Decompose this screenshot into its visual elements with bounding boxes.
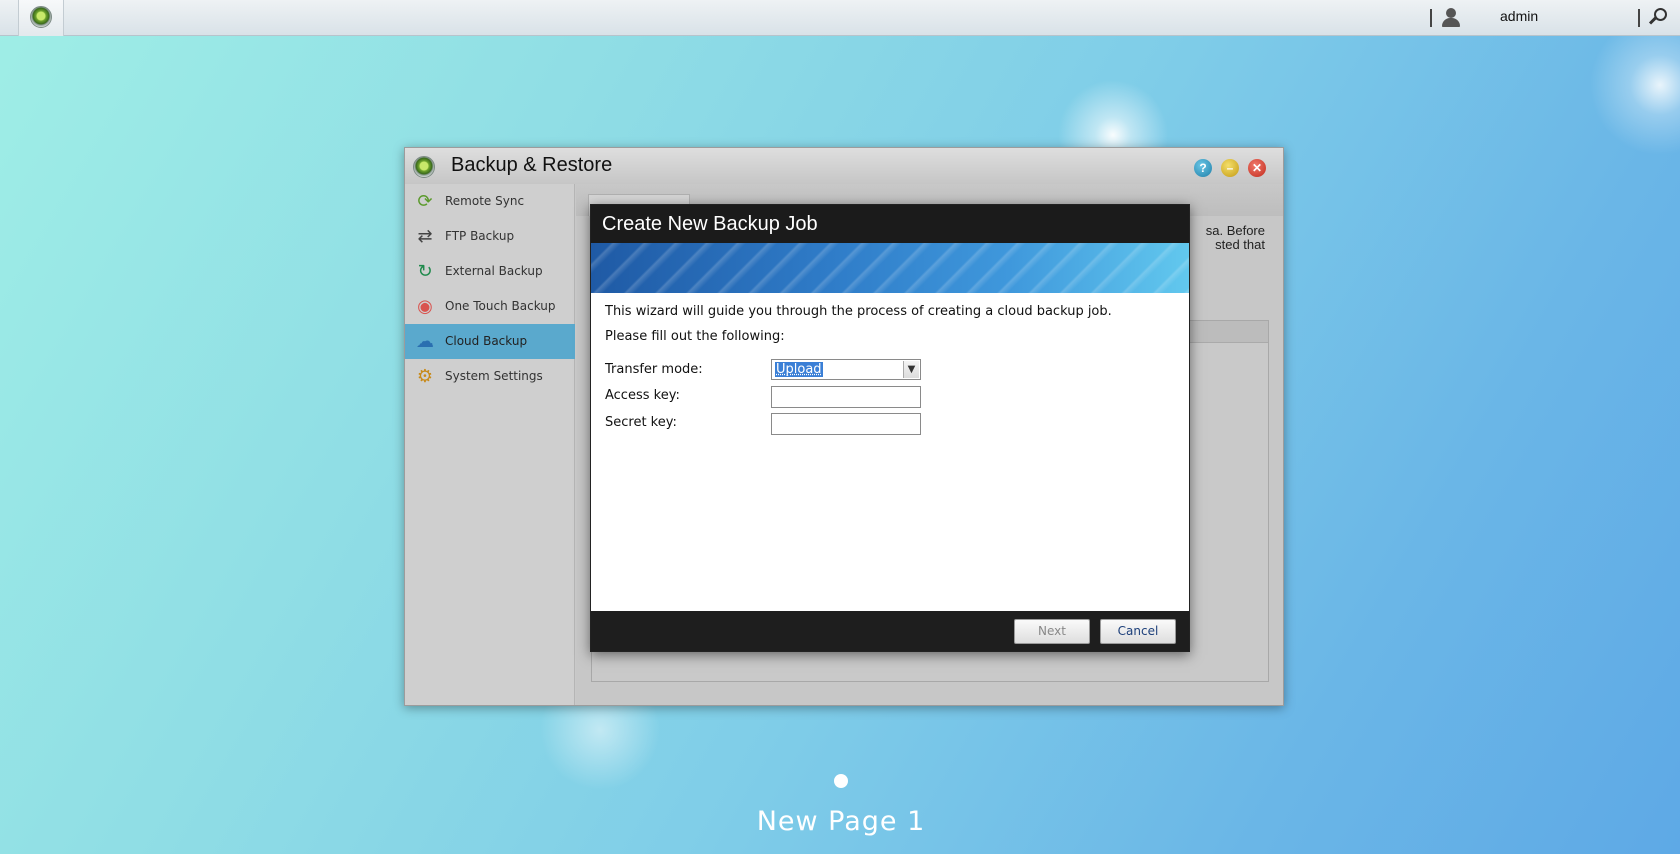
cloud-backup-icon: ☁ <box>416 331 434 352</box>
minimize-button[interactable]: – <box>1221 159 1239 177</box>
sidebar-item-ftp-backup[interactable]: ⇄ FTP Backup <box>405 219 575 254</box>
help-button[interactable]: ? <box>1194 159 1212 177</box>
wizard-intro-text: This wizard will guide you through the p… <box>605 304 1112 319</box>
fill-out-instruction: Please fill out the following: <box>605 329 785 344</box>
close-button[interactable]: ✕ <box>1248 159 1266 177</box>
description-line: sted that <box>1215 237 1265 252</box>
dialog-title[interactable]: Create New Backup Job <box>591 205 1189 243</box>
app-logo-icon <box>30 6 52 28</box>
window-titlebar[interactable]: Backup & Restore ? – ✕ <box>405 148 1283 184</box>
sidebar-item-label: Cloud Backup <box>445 334 528 348</box>
sidebar: ⟳ Remote Sync ⇄ FTP Backup ↻ External Ba… <box>405 184 575 705</box>
sidebar-item-label: One Touch Backup <box>445 299 556 313</box>
dialog-banner <box>591 243 1189 293</box>
system-settings-icon: ⚙ <box>416 366 434 387</box>
dialog-footer: Next Cancel <box>591 611 1189 651</box>
one-touch-backup-icon: ◉ <box>417 296 433 317</box>
sidebar-item-system-settings[interactable]: ⚙ System Settings <box>405 359 575 394</box>
chevron-down-icon[interactable]: ▼ <box>903 361 919 378</box>
transfer-mode-label: Transfer mode: <box>605 362 703 377</box>
access-key-input[interactable] <box>771 386 921 408</box>
app-logo-icon <box>413 156 435 178</box>
user-icon[interactable] <box>1440 6 1462 28</box>
sidebar-item-label: Remote Sync <box>445 194 525 208</box>
sidebar-item-label: FTP Backup <box>445 229 515 243</box>
sidebar-item-remote-sync[interactable]: ⟳ Remote Sync <box>405 184 575 219</box>
sidebar-item-label: External Backup <box>445 264 543 278</box>
sidebar-item-one-touch-backup[interactable]: ◉ One Touch Backup <box>405 289 575 324</box>
window-title: Backup & Restore <box>451 154 613 176</box>
sidebar-item-label: System Settings <box>445 369 543 383</box>
taskbar-divider <box>1430 9 1432 27</box>
access-key-label: Access key: <box>605 388 680 403</box>
taskbar: admin <box>0 0 1680 36</box>
user-name[interactable]: admin <box>1500 8 1538 24</box>
sidebar-item-external-backup[interactable]: ↻ External Backup <box>405 254 575 289</box>
description-text: sa. Before sted that <box>1206 224 1265 252</box>
external-backup-icon: ↻ <box>417 261 433 282</box>
ftp-backup-icon: ⇄ <box>417 226 433 247</box>
description-line: sa. Before <box>1205 223 1265 238</box>
taskbar-divider <box>1638 9 1640 27</box>
create-backup-job-dialog: Create New Backup Job This wizard will g… <box>590 204 1190 652</box>
page-indicator-dot[interactable] <box>834 774 848 788</box>
secret-key-input[interactable] <box>771 413 921 435</box>
transfer-mode-select[interactable]: Upload ▼ <box>771 359 921 380</box>
cancel-button[interactable]: Cancel <box>1100 619 1176 644</box>
next-button[interactable]: Next <box>1014 619 1090 644</box>
secret-key-label: Secret key: <box>605 415 677 430</box>
search-icon[interactable] <box>1648 7 1670 29</box>
page-label: New Page 1 <box>756 806 926 837</box>
main-menu-button[interactable] <box>18 0 64 36</box>
remote-sync-icon: ⟳ <box>417 191 433 212</box>
dialog-body: This wizard will guide you through the p… <box>591 293 1189 611</box>
transfer-mode-value: Upload <box>775 362 823 377</box>
sidebar-item-cloud-backup[interactable]: ☁ Cloud Backup <box>405 324 575 359</box>
